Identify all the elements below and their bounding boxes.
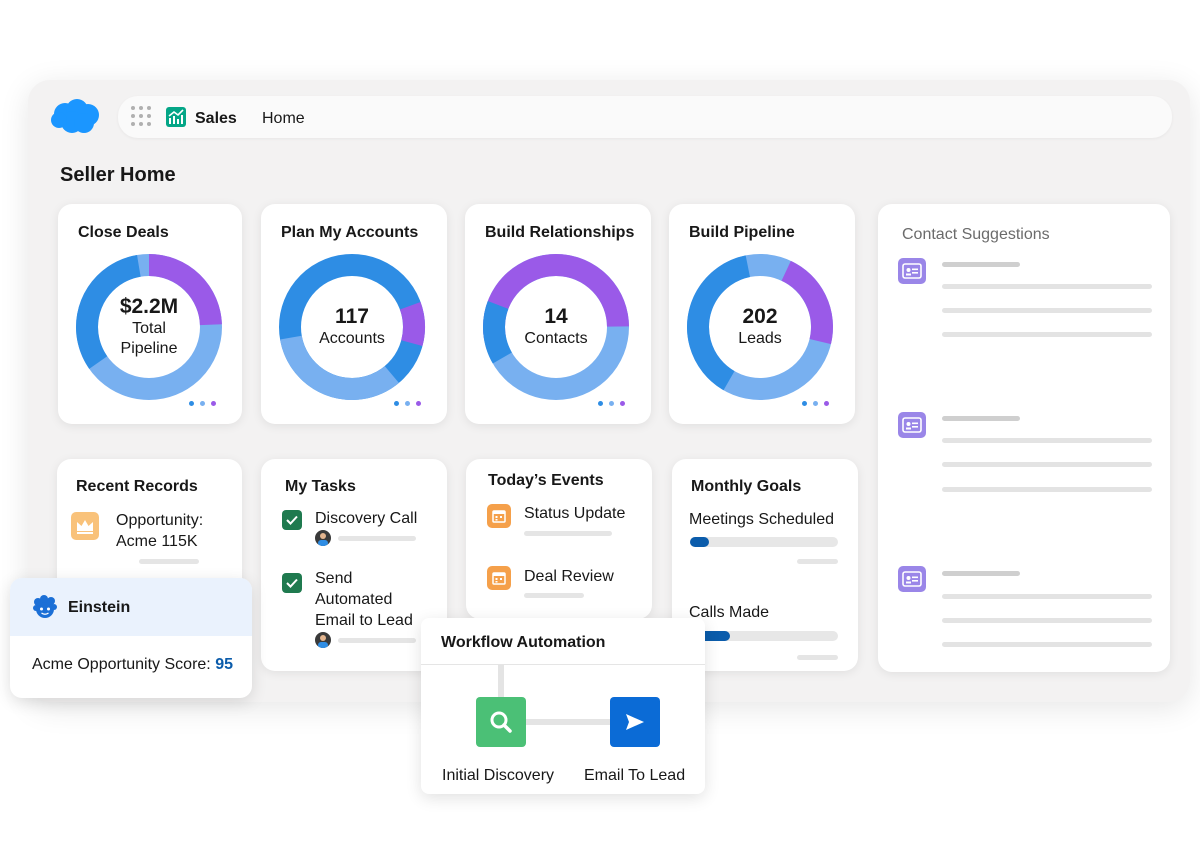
pagination-dots[interactable] [394,401,421,406]
einstein-score-card[interactable]: Einstein Acme Opportunity Score: 95 [10,578,252,698]
placeholder-line [797,655,838,660]
contact-suggestions-panel: Contact Suggestions [878,204,1170,672]
placeholder-line [524,593,584,598]
event-label[interactable]: Status Update [524,503,625,524]
donut-center: $2.2M Total Pipeline [74,252,224,402]
einstein-avatar-icon [33,595,57,618]
placeholder-line [942,618,1152,623]
todays-events-card: Today’s Events Status Update Deal Review [466,459,652,619]
workflow-node-initial-discovery[interactable] [476,697,526,747]
metric-card-build-relationships[interactable]: Build Relationships 14 Contacts [465,204,651,424]
card-title: My Tasks [285,478,356,495]
metric-value: 202 [742,305,778,328]
workflow-title: Workflow Automation [441,634,606,651]
avatar [315,632,331,648]
calendar-icon [487,504,511,528]
divider [421,664,705,665]
placeholder-line [942,438,1152,443]
metric-label: Total Pipeline [120,320,178,357]
sales-app-icon [166,107,186,127]
pagination-dots[interactable] [802,401,829,406]
workflow-automation-card: Workflow Automation Initial Discovery Em… [421,618,705,794]
contact-card-icon[interactable] [898,566,926,592]
metric-value: 14 [544,305,568,328]
metric-card-build-pipeline[interactable]: Build Pipeline 202 Leads [669,204,855,424]
task-checkbox[interactable] [282,573,302,593]
nav-tab-home[interactable]: Home [262,110,305,128]
page-title: Seller Home [60,164,176,186]
donut-center: 202 Leads [685,252,835,402]
goal-progress-bar [690,631,838,641]
search-icon [490,711,512,733]
goal-progress-fill [690,537,710,547]
avatar [315,530,331,546]
metric-label: Contacts [524,330,588,347]
card-title: Build Pipeline [689,224,795,241]
placeholder-line [942,308,1152,313]
donut-center: 14 Contacts [481,252,631,402]
einstein-score-label: Acme Opportunity Score: [32,656,211,673]
app-launcher-icon[interactable] [131,106,153,128]
app-name: Sales [195,110,237,127]
metric-label: Leads [738,330,782,347]
pagination-dots[interactable] [189,401,216,406]
crown-icon [71,512,99,540]
task-label[interactable]: Send Automated Email to Lead [315,568,425,631]
placeholder-line [942,594,1152,599]
placeholder-line [942,284,1152,289]
workflow-connector [498,665,504,697]
placeholder-line [942,462,1152,467]
donut-center: 117 Accounts [277,252,427,402]
einstein-score-text: Acme Opportunity Score: 95 [32,656,233,674]
contact-card-icon[interactable] [898,412,926,438]
workflow-step-label: Email To Lead [584,767,686,784]
placeholder-line [942,416,1020,421]
card-title: Build Relationships [485,224,635,241]
placeholder-line [942,262,1020,267]
goal-label: Meetings Scheduled [689,511,834,528]
einstein-name: Einstein [68,599,131,616]
metric-value: $2.2M [119,295,179,318]
placeholder-line [942,332,1152,337]
goal-progress-bar [690,537,838,547]
metric-card-plan-my-accounts[interactable]: Plan My Accounts 117 Accounts [261,204,447,424]
metric-label: Accounts [319,330,385,347]
workflow-node-email-to-lead[interactable] [610,697,660,747]
card-title: Recent Records [76,478,198,495]
send-icon [626,714,644,730]
salesforce-cloud-logo[interactable] [50,98,102,136]
card-title: Monthly Goals [691,478,802,495]
record-link[interactable]: Opportunity: Acme 115K [116,510,226,552]
event-label[interactable]: Deal Review [524,566,614,587]
metric-value: 117 [335,305,369,328]
placeholder-line [797,559,838,564]
task-label[interactable]: Discovery Call [315,508,417,529]
placeholder-line [942,642,1152,647]
workflow-connector [526,719,610,725]
calendar-icon [487,566,511,590]
workflow-step-label: Initial Discovery [442,767,555,784]
placeholder-line [942,571,1020,576]
card-title: Today’s Events [488,472,604,489]
metric-card-close-deals[interactable]: Close Deals $2.2M Total Pipeline [58,204,242,424]
placeholder-line [338,638,416,643]
contact-suggestions-title: Contact Suggestions [902,226,1050,243]
einstein-score-value: 95 [215,656,233,673]
contact-card-icon[interactable] [898,258,926,284]
my-tasks-card: My Tasks Discovery Call Send Automated E… [261,459,447,671]
placeholder-line [139,559,199,564]
placeholder-line [338,536,416,541]
pagination-dots[interactable] [598,401,625,406]
placeholder-line [524,531,612,536]
task-checkbox[interactable] [282,510,302,530]
card-title: Plan My Accounts [281,224,419,241]
placeholder-line [942,487,1152,492]
card-title: Close Deals [78,224,169,241]
